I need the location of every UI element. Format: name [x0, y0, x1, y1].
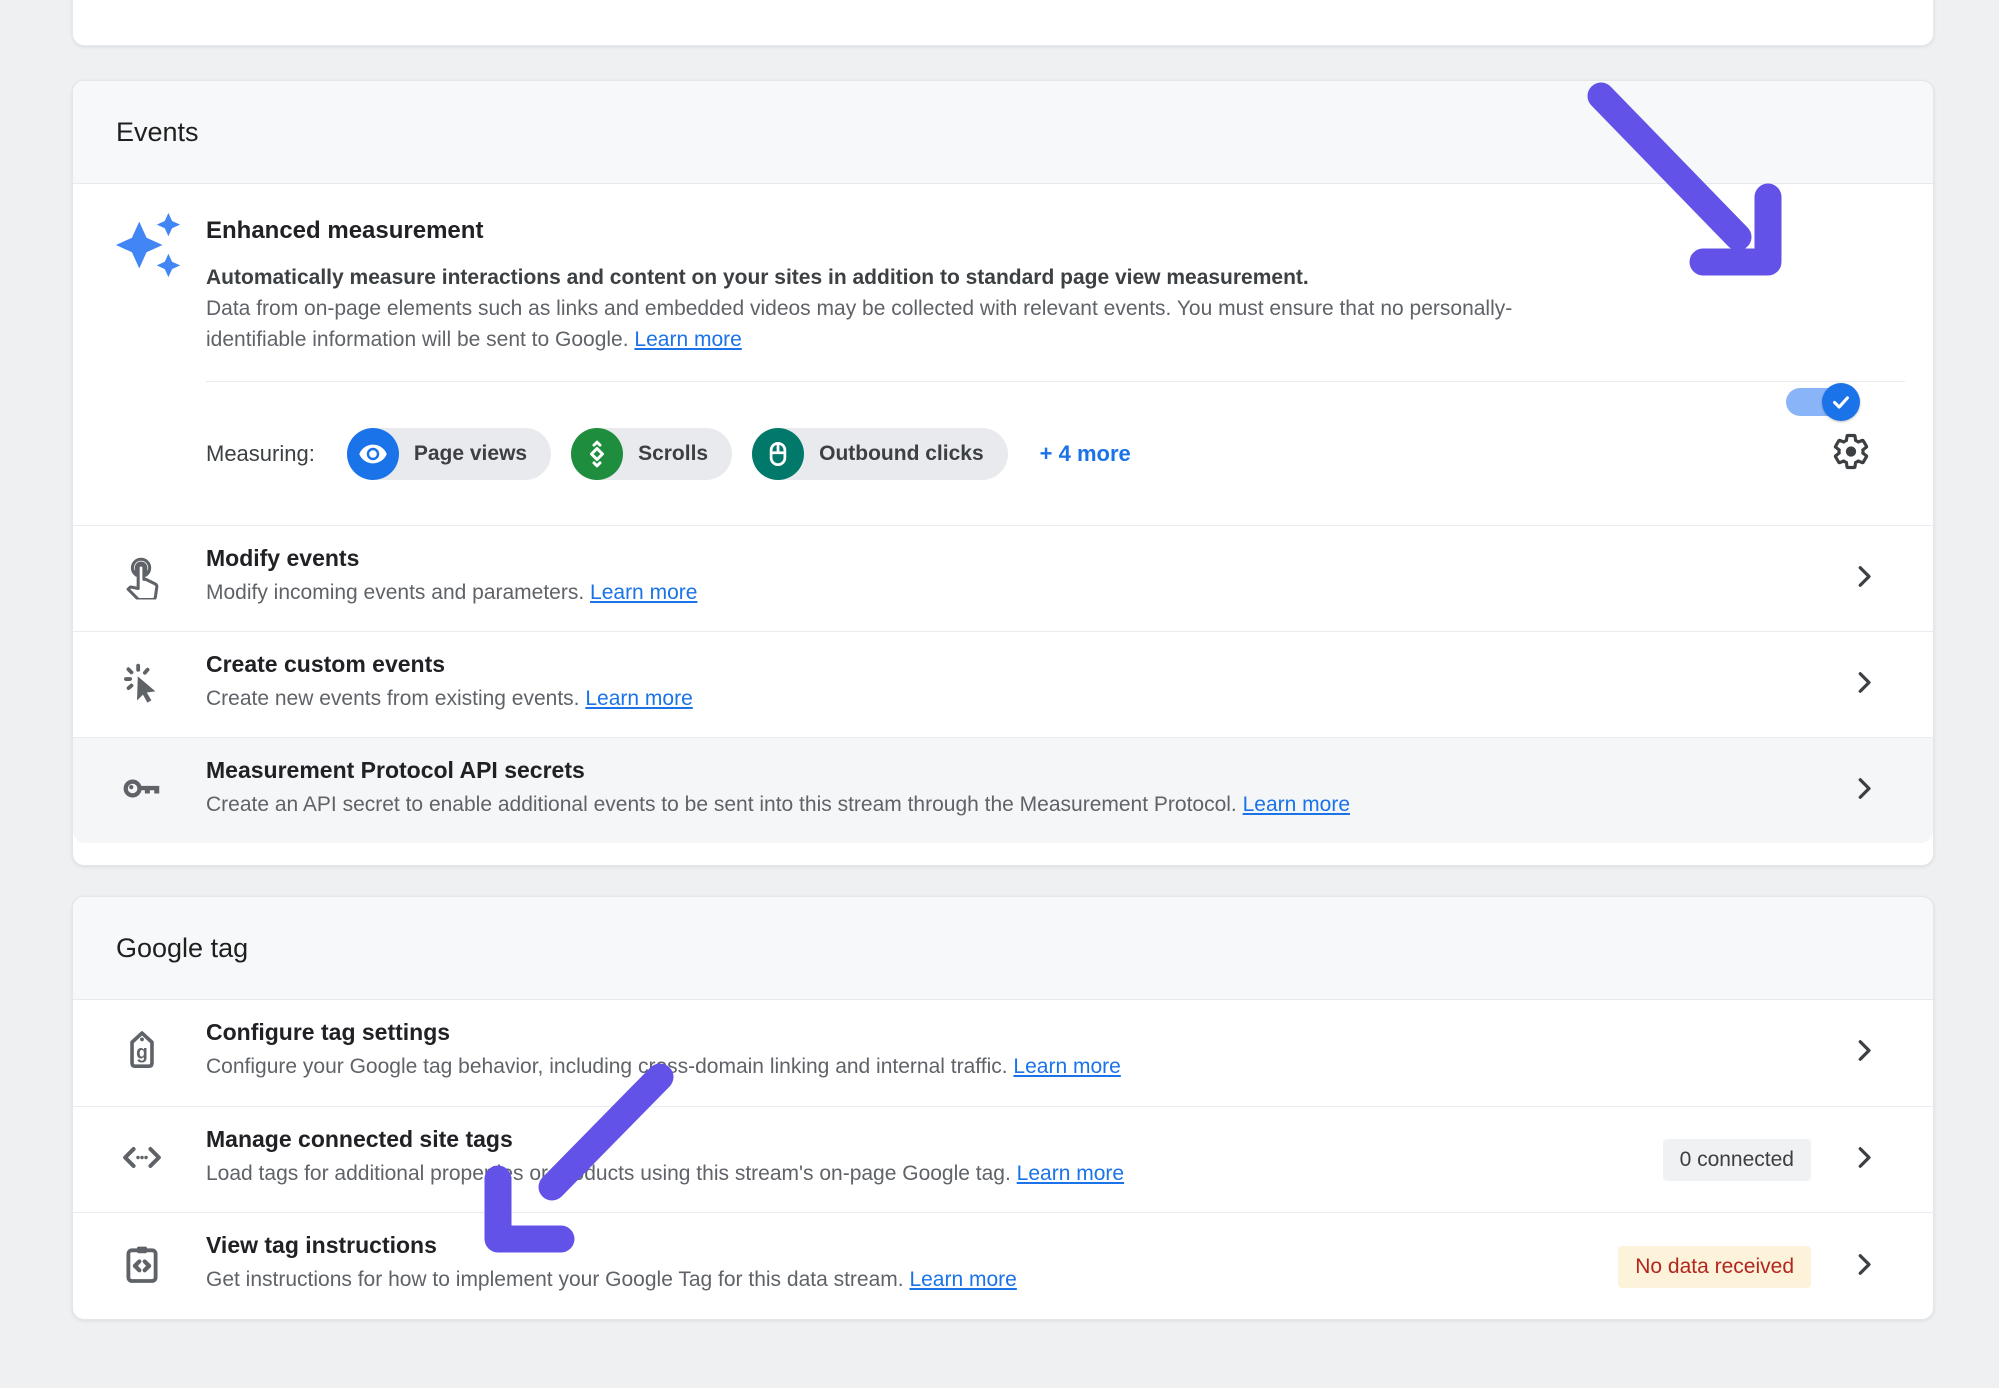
code-icon	[119, 1134, 165, 1185]
scroll-icon	[571, 428, 623, 480]
chip-outbound-clicks-label: Outbound clicks	[819, 442, 984, 466]
enhanced-measurement-description: Automatically measure interactions and c…	[206, 262, 1689, 355]
row-title: Create custom events	[206, 651, 1673, 678]
row-measurement-protocol-api-secrets[interactable]: Measurement Protocol API secrets Create …	[73, 737, 1933, 843]
eye-icon	[347, 428, 399, 480]
row-create-custom-events[interactable]: Create custom events Create new events f…	[73, 631, 1933, 737]
gear-icon[interactable]	[1831, 431, 1871, 476]
events-card-title: Events	[116, 117, 199, 148]
row-configure-tag-settings[interactable]: g Configure tag settings Configure your …	[73, 1000, 1933, 1106]
measuring-label: Measuring:	[206, 441, 315, 467]
enhanced-desc-line3: identifiable information will be sent to…	[206, 328, 629, 351]
chevron-right-icon[interactable]	[1849, 667, 1879, 702]
key-icon	[119, 765, 165, 816]
row-title: Modify events	[206, 545, 1673, 572]
learn-more-link[interactable]: Learn more	[1017, 1162, 1124, 1185]
mouse-icon	[752, 428, 804, 480]
row-description: Create an API secret to enable additiona…	[206, 793, 1673, 817]
chevron-right-icon[interactable]	[1849, 561, 1879, 596]
google-tag-card-header: Google tag	[73, 897, 1933, 1000]
no-data-received-badge: No data received	[1618, 1246, 1811, 1288]
chip-outbound-clicks[interactable]: Outbound clicks	[752, 428, 1008, 480]
row-description: Get instructions for how to implement yo…	[206, 1268, 1673, 1292]
row-title: Configure tag settings	[206, 1019, 1673, 1046]
events-card-header: Events	[73, 81, 1933, 184]
chevron-right-icon[interactable]	[1849, 1250, 1879, 1285]
chevron-right-icon[interactable]	[1849, 773, 1879, 808]
chip-page-views[interactable]: Page views	[347, 428, 551, 480]
row-view-tag-instructions[interactable]: View tag instructions Get instructions f…	[73, 1212, 1933, 1321]
chip-scrolls[interactable]: Scrolls	[571, 428, 732, 480]
clipboard-code-icon	[119, 1242, 165, 1293]
ga4-data-stream-settings-screen: Events Enhanced measurement Automaticall…	[0, 0, 1999, 1388]
row-manage-connected-site-tags[interactable]: Manage connected site tags Load tags for…	[73, 1106, 1933, 1212]
enhanced-learn-more-link[interactable]: Learn more	[634, 328, 741, 351]
row-modify-events[interactable]: Modify events Modify incoming events and…	[73, 525, 1933, 631]
enhanced-measurement-title: Enhanced measurement	[206, 217, 1689, 245]
chip-scrolls-label: Scrolls	[638, 442, 708, 466]
svg-text:g: g	[136, 1043, 148, 1064]
enhanced-desc-line2: Data from on-page elements such as links…	[206, 293, 1689, 324]
row-description: Create new events from existing events. …	[206, 687, 1673, 711]
row-title: View tag instructions	[206, 1232, 1673, 1259]
learn-more-link[interactable]: Learn more	[590, 581, 697, 604]
learn-more-link[interactable]: Learn more	[1013, 1055, 1120, 1078]
enhanced-desc-bold-line: Automatically measure interactions and c…	[206, 262, 1689, 293]
chevron-right-icon[interactable]	[1849, 1036, 1879, 1071]
row-title: Manage connected site tags	[206, 1126, 1673, 1153]
connected-count-badge: 0 connected	[1663, 1139, 1811, 1181]
row-description: Modify incoming events and parameters. L…	[206, 581, 1673, 605]
google-tag-card-title: Google tag	[116, 933, 248, 964]
events-card: Events Enhanced measurement Automaticall…	[72, 80, 1934, 866]
touch-icon	[119, 553, 165, 604]
learn-more-link[interactable]: Learn more	[1243, 793, 1350, 816]
enhanced-measurement-section: Enhanced measurement Automatically measu…	[73, 184, 1933, 525]
row-description: Configure your Google tag behavior, incl…	[206, 1055, 1673, 1079]
learn-more-link[interactable]: Learn more	[909, 1268, 1016, 1291]
row-description: Load tags for additional properties or p…	[206, 1162, 1673, 1186]
learn-more-link[interactable]: Learn more	[585, 687, 692, 710]
row-title: Measurement Protocol API secrets	[206, 757, 1673, 784]
google-tag-card: Google tag g Configure tag settings Conf…	[72, 896, 1934, 1320]
cursor-click-icon	[119, 659, 165, 710]
chevron-right-icon[interactable]	[1849, 1142, 1879, 1177]
tag-icon: g	[119, 1028, 165, 1079]
sparkles-icon	[113, 210, 183, 285]
chip-page-views-label: Page views	[414, 442, 527, 466]
previous-card-partial	[72, 0, 1934, 46]
measuring-row: Measuring: Page views	[206, 382, 1933, 525]
more-measuring-link[interactable]: + 4 more	[1040, 441, 1131, 467]
